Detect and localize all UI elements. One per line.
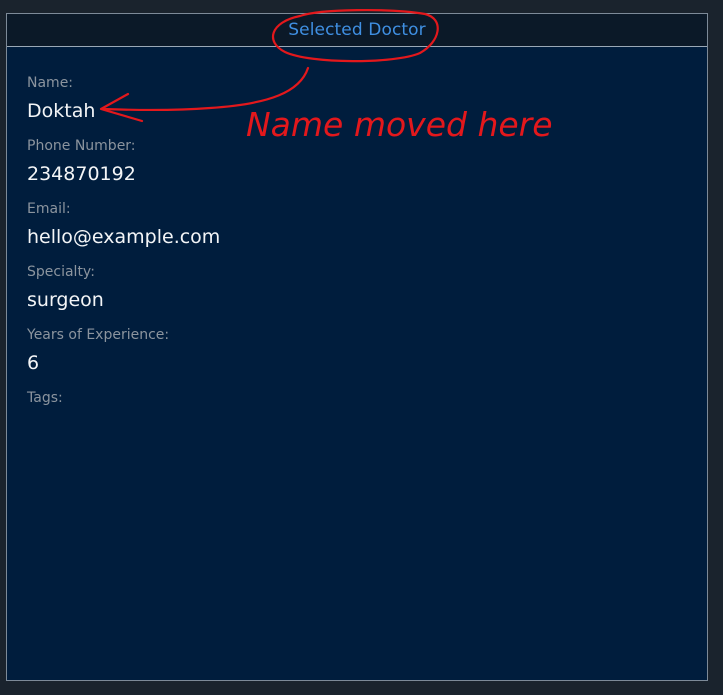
- name-label: Name:: [27, 75, 74, 91]
- panel-header: Selected Doctor: [7, 14, 707, 47]
- years-of-experience-label: Years of Experience:: [27, 327, 170, 343]
- specialty-label: Specialty:: [27, 264, 95, 280]
- email-value: hello@example.com: [27, 226, 221, 248]
- tags-label: Tags:: [27, 390, 63, 406]
- phone-number-label: Phone Number:: [27, 138, 136, 154]
- email-label: Email:: [27, 201, 71, 217]
- name-value: Doktah: [27, 100, 96, 122]
- phone-number-value: 234870192: [27, 163, 136, 185]
- window-background: Selected Doctor Name: Doktah Phone Numbe…: [0, 0, 723, 695]
- specialty-value: surgeon: [27, 289, 104, 311]
- selected-doctor-panel: Selected Doctor Name: Doktah Phone Numbe…: [6, 13, 708, 681]
- panel-title: Selected Doctor: [288, 20, 426, 40]
- years-of-experience-value: 6: [27, 352, 40, 374]
